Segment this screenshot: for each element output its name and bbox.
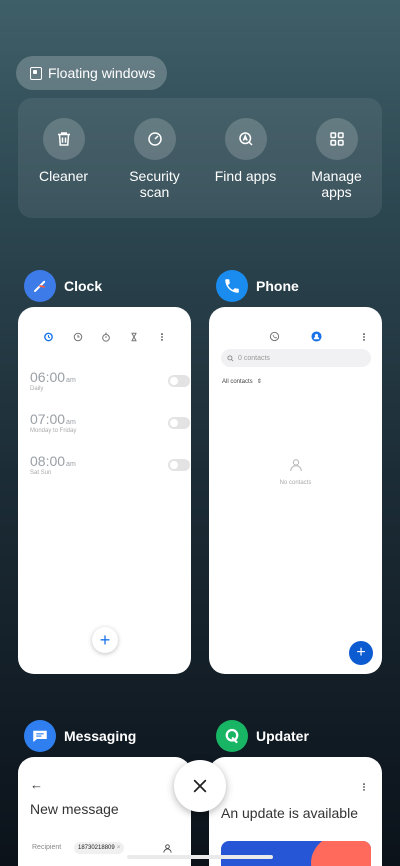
world-clock-tab-icon[interactable]	[73, 329, 83, 347]
cleaner-button[interactable]: Cleaner	[24, 118, 104, 218]
alarm-time: 08:00	[30, 453, 66, 469]
clock-app-icon	[24, 270, 56, 302]
contacts-filter-dropdown[interactable]: All contacts ⇕	[222, 378, 262, 386]
alarm-repeat: Daily	[30, 386, 44, 392]
alarm-ampm: am	[66, 461, 76, 468]
messaging-app-card[interactable]: ← New message Recipient 18730218809 ×	[18, 757, 191, 866]
grid-icon	[315, 118, 358, 160]
update-available-text: An update is available	[221, 805, 358, 821]
alarm-toggle[interactable]	[168, 417, 190, 429]
stopwatch-tab-icon[interactable]	[101, 329, 111, 347]
alarm-toggle[interactable]	[168, 375, 190, 387]
updater-app-header[interactable]: Updater	[216, 720, 309, 752]
security-scan-button[interactable]: Security scan	[115, 118, 195, 218]
contacts-filter-label: All contacts	[222, 378, 253, 385]
quick-tools-panel: Cleaner Security scan Find apps Manage a…	[18, 98, 382, 218]
floating-windows-label: Floating windows	[48, 65, 156, 81]
recipient-label: Recipient	[32, 844, 62, 851]
alarm-item[interactable]: 08:00am Sat Sun	[30, 453, 190, 476]
chevron-updown-icon: ⇕	[256, 379, 262, 385]
person-icon	[289, 459, 302, 472]
alarm-toggle[interactable]	[168, 459, 190, 471]
messaging-app-icon	[24, 720, 56, 752]
find-apps-icon	[224, 118, 267, 160]
recents-tab-icon[interactable]	[269, 329, 280, 347]
find-apps-button[interactable]: Find apps	[206, 118, 286, 218]
contacts-search-input[interactable]: 0 contacts	[221, 349, 371, 367]
more-options-icon[interactable]	[361, 779, 367, 797]
updater-app-name: Updater	[256, 728, 309, 744]
alarm-tab-icon[interactable]	[43, 329, 54, 347]
phone-app-card[interactable]: 0 contacts All contacts ⇕ No contacts +	[209, 307, 382, 674]
floating-window-icon	[30, 66, 42, 80]
messaging-app-header[interactable]: Messaging	[24, 720, 136, 752]
more-options-icon[interactable]	[361, 329, 367, 347]
cleaner-label: Cleaner	[38, 168, 89, 184]
clock-app-name: Clock	[64, 278, 103, 294]
manage-apps-button[interactable]: Manage apps	[297, 118, 377, 218]
contacts-tab-icon[interactable]	[311, 329, 322, 347]
update-banner-image	[221, 841, 371, 866]
updater-app-icon	[216, 720, 248, 752]
alarm-repeat: Monday to Friday	[30, 428, 77, 434]
plus-icon: +	[99, 629, 111, 650]
security-scan-icon	[133, 118, 176, 160]
alarm-ampm: am	[66, 377, 76, 384]
remove-chip-icon[interactable]: ×	[117, 845, 121, 851]
alarm-item[interactable]: 07:00am Monday to Friday	[30, 411, 190, 434]
add-contact-button[interactable]: +	[349, 641, 373, 665]
floating-windows-button[interactable]: Floating windows	[16, 56, 167, 90]
alarm-time: 06:00	[30, 369, 66, 385]
find-apps-label: Find apps	[214, 168, 277, 184]
back-arrow-icon[interactable]: ←	[30, 777, 43, 792]
search-icon	[227, 354, 234, 361]
trash-icon	[42, 118, 85, 160]
more-options-icon[interactable]	[158, 329, 166, 347]
clock-app-card[interactable]: 06:00am Daily 07:00am Monday to Friday 0…	[18, 307, 191, 674]
empty-contacts-state: No contacts	[209, 457, 382, 486]
alarm-ampm: am	[66, 419, 76, 426]
new-message-title: New message	[30, 801, 119, 817]
manage-apps-label: Manage apps	[311, 168, 362, 200]
no-contacts-text: No contacts	[279, 480, 312, 486]
phone-app-name: Phone	[256, 278, 299, 294]
home-indicator[interactable]	[127, 855, 273, 859]
plus-icon: +	[356, 644, 366, 661]
messaging-app-name: Messaging	[64, 728, 137, 744]
alarm-repeat: Sat Sun	[30, 470, 52, 476]
updater-app-card[interactable]: An update is available	[209, 757, 382, 866]
phone-app-icon	[216, 270, 248, 302]
security-scan-label: Security scan	[129, 168, 180, 200]
phone-app-header[interactable]: Phone	[216, 270, 299, 302]
recipient-chip[interactable]: 18730218809 ×	[74, 842, 125, 854]
clock-app-header[interactable]: Clock	[24, 270, 102, 302]
contacts-search-placeholder: 0 contacts	[238, 354, 270, 362]
recipient-number: 18730218809	[78, 845, 115, 851]
alarm-time: 07:00	[30, 411, 66, 427]
add-alarm-button[interactable]: +	[92, 627, 118, 653]
alarm-item[interactable]: 06:00am Daily	[30, 369, 190, 392]
clock-tabs	[18, 329, 191, 347]
close-icon	[193, 779, 207, 793]
timer-tab-icon[interactable]	[129, 329, 139, 347]
clear-all-button[interactable]	[174, 760, 226, 812]
